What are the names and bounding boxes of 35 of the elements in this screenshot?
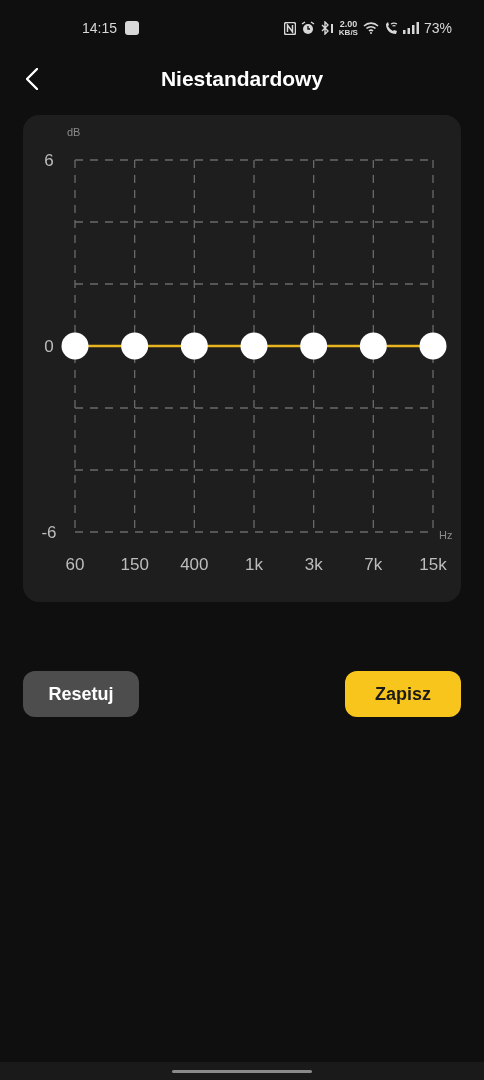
nfc-icon	[283, 21, 296, 35]
wifi-icon	[362, 22, 379, 34]
y-axis-unit: dB	[67, 126, 81, 138]
signal-icon	[402, 22, 419, 34]
bluetooth-icon	[319, 21, 334, 35]
frequency-label: 150	[120, 555, 149, 574]
save-button[interactable]: Zapisz	[345, 671, 461, 717]
band-handle[interactable]	[121, 332, 149, 360]
wifi-calling-icon	[383, 21, 398, 35]
network-speed: 2.00	[339, 19, 358, 29]
y-tick-label: 0	[44, 337, 54, 356]
band-handle[interactable]	[180, 332, 208, 360]
band-handle[interactable]	[419, 332, 447, 360]
frequency-label: 60	[65, 555, 85, 574]
x-axis-unit: Hz	[439, 529, 453, 541]
frequency-label: 7k	[364, 555, 383, 574]
gesture-handle[interactable]	[172, 1069, 312, 1073]
network-speed-unit: KB/S	[338, 28, 358, 37]
alarm-icon	[300, 21, 315, 35]
frequency-label: 15k	[419, 555, 447, 574]
band-handle[interactable]	[61, 332, 89, 360]
status-time: 14:15	[82, 18, 118, 38]
battery-level: 73%	[423, 18, 452, 38]
band-handle[interactable]	[240, 332, 268, 360]
band-handle[interactable]	[359, 332, 387, 360]
reset-button[interactable]: Resetuj	[23, 671, 139, 717]
app-notification-icon	[125, 21, 140, 35]
page-title: Niestandardowy	[160, 66, 324, 93]
back-icon	[26, 68, 38, 90]
band-handle[interactable]	[300, 332, 328, 360]
y-tick-label: -6	[41, 523, 57, 542]
frequency-label: 400	[180, 555, 209, 574]
frequency-label: 3k	[304, 555, 323, 574]
y-tick-label: 6	[44, 151, 54, 170]
frequency-label: 1k	[245, 555, 263, 574]
